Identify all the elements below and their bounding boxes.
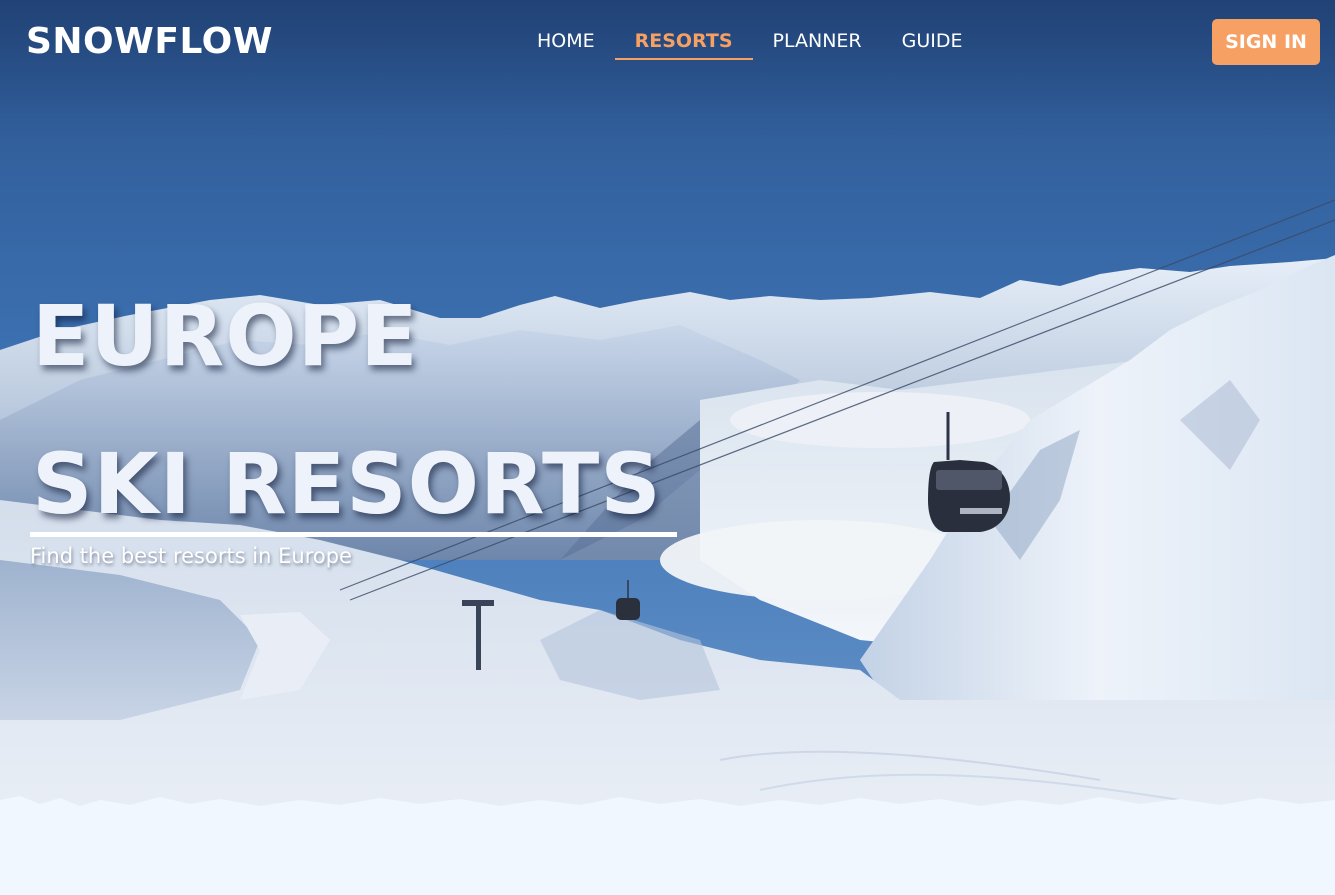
nav-item-guide[interactable]: GUIDE — [882, 24, 983, 58]
hero-divider — [30, 532, 677, 537]
brand-logo[interactable]: SNOWFLOW — [26, 20, 273, 64]
nav-links: HOME RESORTS PLANNER GUIDE — [517, 24, 983, 60]
nav-item-resorts[interactable]: RESORTS — [614, 24, 753, 60]
hero-section: SNOWFLOW HOME RESORTS PLANNER GUIDE SIGN… — [0, 0, 1335, 895]
navbar: SNOWFLOW HOME RESORTS PLANNER GUIDE SIGN… — [0, 0, 1335, 82]
sign-in-button[interactable]: SIGN IN — [1212, 19, 1320, 65]
hero-subtitle: Find the best resorts in Europe — [30, 544, 352, 568]
hero-title: EUROPE SKI RESORTS — [32, 262, 662, 558]
nav-item-planner[interactable]: PLANNER — [753, 24, 882, 58]
hero-title-line-1: EUROPE — [32, 287, 419, 385]
nav-item-home[interactable]: HOME — [517, 24, 615, 58]
